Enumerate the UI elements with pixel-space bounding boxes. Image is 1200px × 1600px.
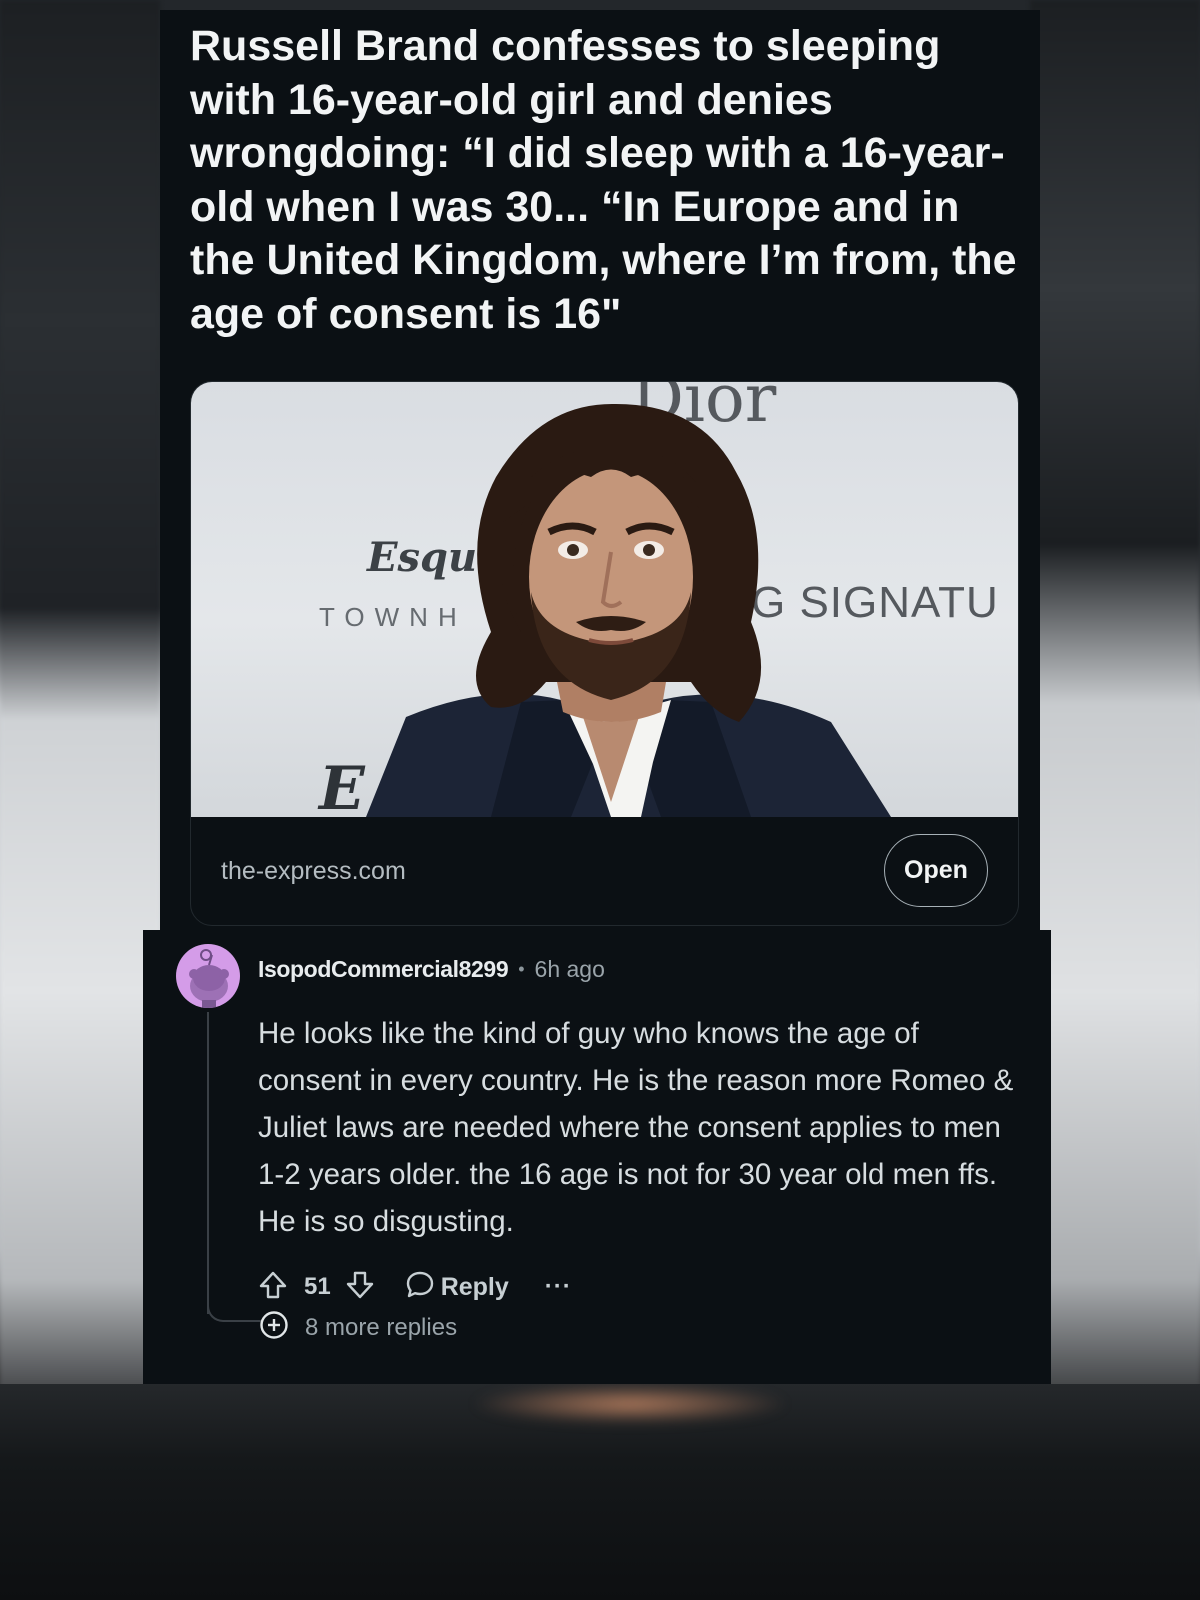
avatar-snoo-graphic (189, 949, 229, 1008)
preview-footer: the-express.com Open (191, 817, 1018, 925)
more-replies-label: 8 more replies (305, 1313, 458, 1341)
more-options-button[interactable]: ··· (545, 1273, 572, 1301)
link-preview[interactable]: Dior Esqui TOWNH G SIGNATU E the-express… (190, 381, 1019, 926)
comment-card: IsopodCommercial8299 • 6h ago He looks l… (143, 930, 1051, 1384)
post-card[interactable]: Russell Brand confesses to sleeping with… (160, 10, 1040, 930)
reply-label: Reply (440, 1272, 509, 1301)
comment-body: He looks like the kind of guy who knows … (258, 1017, 1014, 1238)
meta-separator: • (518, 959, 525, 979)
vote-count: 51 (304, 1273, 331, 1300)
thread-connector (207, 1300, 261, 1322)
plus-circle-icon (259, 1310, 289, 1345)
reply-button[interactable]: Reply (405, 1269, 509, 1306)
comment-meta: IsopodCommercial8299 • 6h ago (258, 956, 605, 983)
reddit-snoo-avatar-icon[interactable] (176, 944, 240, 1008)
person-portrait (366, 403, 891, 817)
open-link-button[interactable]: Open (884, 834, 988, 907)
thread-line[interactable] (207, 1012, 209, 1314)
background-glow (470, 1384, 790, 1424)
link-domain[interactable]: the-express.com (221, 857, 406, 886)
background-blur-right (1030, 0, 1200, 1600)
background-blur-left (0, 0, 160, 1600)
preview-image[interactable]: Dior Esqui TOWNH G SIGNATU E (191, 382, 1018, 817)
speech-bubble-icon (405, 1269, 435, 1306)
more-replies-link[interactable]: 8 more replies (259, 1310, 457, 1345)
comment-actions: 51 Reply ··· (258, 1267, 572, 1307)
comment-timestamp: 6h ago (534, 956, 605, 982)
background-bottom (0, 1384, 1200, 1600)
upvote-arrow-icon[interactable] (258, 1270, 288, 1305)
post-title[interactable]: Russell Brand confesses to sleeping with… (190, 20, 1020, 341)
comment-username[interactable]: IsopodCommercial8299 (258, 956, 509, 983)
downvote-arrow-icon[interactable] (345, 1270, 375, 1305)
